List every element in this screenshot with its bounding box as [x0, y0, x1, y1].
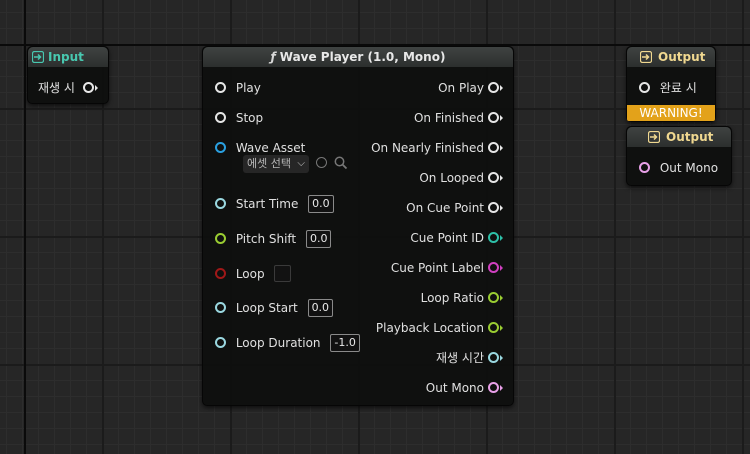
playback-location-label: Playback Location — [375, 320, 484, 335]
output-node-out-mono-title: Output — [666, 130, 714, 144]
out-mono-pin[interactable] — [488, 382, 499, 393]
output-node-out-mono-header[interactable]: Output — [627, 127, 731, 147]
playback-location-pin[interactable] — [488, 322, 499, 333]
cue-point-label-pin-arrow — [500, 264, 503, 271]
chevron-down-icon: ⌵ — [297, 158, 305, 169]
cue-point-label-pin[interactable] — [488, 262, 499, 273]
play-label: Play — [235, 80, 261, 95]
loop-duration-pin[interactable] — [215, 337, 226, 348]
use-selected-asset-icon[interactable] — [316, 157, 327, 168]
wave-player-node[interactable]: ƒ Wave Player (1.0, Mono) Play Stop Wave … — [202, 46, 514, 406]
on-cue-point-label: On Cue Point — [406, 200, 484, 215]
wave-asset-dropdown-value: 에셋 선택 — [247, 157, 291, 170]
on-finished-label: On Finished — [413, 110, 484, 125]
output-node-finished[interactable]: Output 완료 시 WARNING! — [626, 46, 716, 122]
output-node-finished-title: Output — [658, 50, 706, 64]
loop-duration-label: Loop Duration — [235, 335, 321, 350]
playback-time-label: 재생 시간 — [436, 350, 484, 365]
on-looped-label: On Looped — [419, 170, 484, 185]
finished-pin-label: 완료 시 — [659, 80, 697, 95]
on-nearly-finished-pin[interactable] — [488, 142, 499, 153]
playback-location-pin-arrow — [500, 324, 503, 331]
wave-player-header[interactable]: ƒ Wave Player (1.0, Mono) — [203, 47, 513, 67]
cue-point-id-pin-arrow — [500, 234, 503, 241]
loop-label: Loop — [235, 266, 265, 281]
loop-ratio-pin[interactable] — [488, 292, 499, 303]
browse-search-icon[interactable] — [334, 156, 348, 170]
input-arrow-icon — [32, 51, 44, 63]
on-finished-pin-arrow — [500, 114, 503, 121]
start-time-pin[interactable] — [215, 198, 226, 209]
out-mono-input-pin[interactable] — [639, 162, 650, 173]
on-cue-point-pin[interactable] — [488, 202, 499, 213]
playback-time-pin-arrow — [500, 354, 503, 361]
cue-point-id-label: Cue Point ID — [410, 230, 484, 245]
output-arrow-icon — [648, 131, 660, 143]
on-nearly-finished-label: On Nearly Finished — [371, 140, 484, 155]
input-pin-label: 재생 시 — [38, 80, 75, 95]
loop-checkbox[interactable] — [274, 265, 292, 282]
pitch-shift-input[interactable]: 0.0 — [305, 229, 332, 248]
start-time-input[interactable]: 0.0 — [308, 194, 334, 213]
output-node-finished-header[interactable]: Output — [627, 47, 715, 67]
start-time-label: Start Time — [235, 196, 299, 211]
output-node-out-mono[interactable]: Output Out Mono — [626, 126, 732, 186]
loop-ratio-pin-arrow — [500, 294, 503, 301]
loop-ratio-label: Loop Ratio — [420, 290, 484, 305]
on-nearly-finished-pin-arrow — [500, 144, 503, 151]
on-play-pin[interactable] — [488, 82, 499, 93]
loop-start-label: Loop Start — [235, 300, 298, 315]
warning-badge: WARNING! — [627, 105, 715, 121]
wave-asset-label: Wave Asset — [235, 140, 306, 155]
pitch-shift-label: Pitch Shift — [235, 231, 297, 246]
wave-asset-pin[interactable] — [215, 142, 226, 153]
play-pin[interactable] — [215, 82, 226, 93]
cue-point-id-pin[interactable] — [488, 232, 499, 243]
on-play-pin-arrow — [500, 84, 503, 91]
on-looped-pin[interactable] — [488, 172, 499, 183]
out-mono-label: Out Mono — [425, 380, 484, 395]
on-cue-point-pin-arrow — [500, 204, 503, 211]
stop-pin[interactable] — [215, 112, 226, 123]
pitch-shift-pin[interactable] — [215, 233, 226, 244]
input-node[interactable]: Input 재생 시 — [27, 46, 109, 104]
playback-time-pin[interactable] — [488, 352, 499, 363]
wave-player-title: Wave Player (1.0, Mono) — [279, 50, 446, 64]
input-node-header[interactable]: Input — [28, 47, 108, 67]
input-exec-pin[interactable] — [82, 82, 94, 93]
loop-start-pin[interactable] — [215, 302, 226, 313]
input-node-title: Input — [48, 50, 84, 64]
out-mono-pin-arrow — [500, 384, 503, 391]
graph-axis-vertical — [24, 0, 26, 454]
stop-label: Stop — [235, 110, 264, 125]
on-finished-pin[interactable] — [488, 112, 499, 123]
loop-duration-input[interactable]: -1.0 — [330, 333, 360, 352]
finished-exec-pin[interactable] — [639, 82, 650, 93]
wave-asset-dropdown[interactable]: 에셋 선택 ⌵ — [243, 155, 309, 173]
out-mono-pin-label: Out Mono — [659, 160, 719, 175]
output-arrow-icon — [640, 51, 652, 63]
on-looped-pin-arrow — [500, 174, 503, 181]
loop-pin[interactable] — [215, 268, 226, 279]
function-icon: ƒ — [270, 50, 276, 64]
loop-start-input[interactable]: 0.0 — [307, 298, 334, 317]
input-exec-pin-arrow — [94, 84, 98, 91]
cue-point-label-label: Cue Point Label — [390, 260, 484, 275]
on-play-label: On Play — [438, 80, 484, 95]
